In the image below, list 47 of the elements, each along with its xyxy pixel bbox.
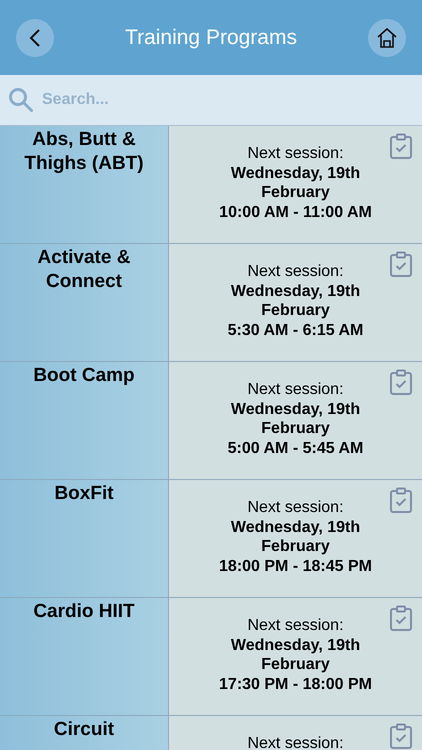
clipboard-check-icon[interactable] [389, 369, 413, 395]
session-detail: 18:00 PM - 18:45 PM [219, 556, 372, 576]
home-icon [376, 26, 398, 48]
session-detail: Wednesday, 19th [230, 400, 360, 419]
session-detail: February [261, 419, 330, 438]
session-detail: February [261, 183, 330, 202]
session-label: Next session: [247, 616, 344, 636]
session-label: Next session: [247, 498, 344, 518]
program-name: Boot Camp [32, 364, 136, 388]
program-name-cell[interactable]: Boot Camp [0, 362, 169, 479]
clipboard-check-icon[interactable] [389, 487, 413, 513]
program-name-cell[interactable]: Circuit [0, 716, 169, 750]
program-name-cell[interactable]: Activate & Connect [0, 244, 169, 361]
session-label: Next session: [247, 262, 344, 282]
program-name: Circuit [52, 718, 116, 742]
program-name: Cardio HIIT [32, 600, 136, 624]
program-name-cell[interactable]: Cardio HIIT [0, 598, 169, 715]
program-name: Activate & Connect [36, 246, 132, 294]
clipboard-check-icon[interactable] [389, 723, 413, 749]
session-detail: 10:00 AM - 11:00 AM [219, 202, 372, 222]
home-button[interactable] [368, 18, 406, 56]
back-button[interactable] [16, 18, 54, 56]
session-detail: 5:30 AM - 6:15 AM [228, 320, 364, 340]
session-detail: 17:30 PM - 18:00 PM [219, 674, 372, 694]
session-label: Next session: [247, 380, 344, 400]
session-detail: February [261, 301, 330, 320]
session-detail: 5:00 AM - 5:45 AM [228, 438, 364, 458]
session-detail: Wednesday, 19th [230, 282, 360, 301]
back-icon [29, 28, 41, 48]
session-label: Next session: [247, 144, 344, 164]
session-detail: Wednesday, 19th [230, 636, 360, 655]
clipboard-check-icon[interactable] [389, 251, 413, 277]
session-label: Next session: [247, 734, 344, 750]
search-icon [8, 87, 34, 113]
program-name: Abs, Butt & Thighs (ABT) [23, 128, 145, 176]
session-detail: Wednesday, 19th [230, 518, 360, 537]
session-detail: Wednesday, 19th [230, 164, 360, 183]
clipboard-check-icon[interactable] [389, 133, 413, 159]
clipboard-check-icon[interactable] [389, 605, 413, 631]
search-field[interactable]: Search... [42, 88, 414, 112]
screen-title: Training Programs [125, 24, 297, 51]
program-name-cell[interactable]: BoxFit [0, 480, 169, 597]
program-name-cell[interactable]: Abs, Butt & Thighs (ABT) [0, 126, 169, 243]
search-bar[interactable]: Search... [0, 75, 422, 126]
session-detail: February [261, 655, 330, 674]
program-name: BoxFit [53, 482, 115, 506]
session-detail: February [261, 537, 330, 556]
